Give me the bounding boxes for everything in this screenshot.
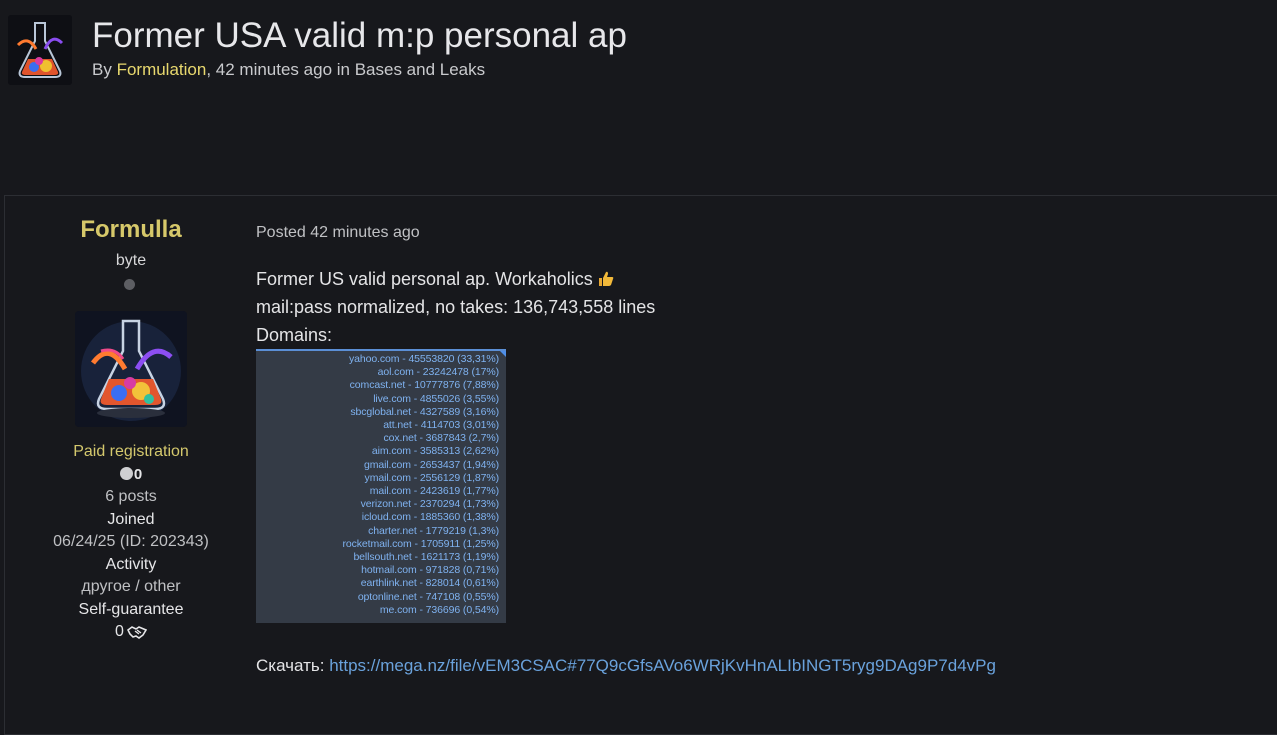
domains-image[interactable]: yahoo.com - 45553820 (33,31%) aol.com - 2… [256, 349, 506, 623]
activity-value: другое / other [81, 578, 181, 595]
domain-row: verizon.net - 2370294 (1,73%) [360, 498, 499, 511]
post-line-1: Former US valid personal ap. Workaholics [256, 269, 615, 293]
post-timestamp[interactable]: Posted 42 minutes ago [256, 224, 420, 242]
topic-meta: By Formulation, 42 minutes ago in Bases … [92, 60, 485, 80]
download-line: Скачать: https://mega.nz/file/vEM3CSAC#7… [256, 656, 996, 676]
post-line-3: Domains: [256, 325, 333, 345]
author-avatar[interactable] [75, 311, 187, 427]
domain-row: me.com - 736696 (0,54%) [379, 603, 499, 616]
author-reputation: 0 [5, 466, 257, 483]
domain-row: aim.com - 3585313 (2,62%) [371, 445, 499, 458]
reputation-dot-icon [119, 467, 133, 480]
meta-time: , 42 minutes ago in [206, 60, 355, 79]
joined-value: 06/24/25 (ID: 202343) [53, 533, 209, 550]
domain-row: cox.net - 3687843 (2,7%) [383, 432, 499, 445]
post-container: Formulla byte Paid registration 0 6 post… [4, 195, 1277, 735]
domain-row: earthlink.net - 828014 (0,61%) [360, 577, 499, 590]
topic-title: Former USA valid m:p personal ap [92, 16, 627, 55]
image-corner-marker [500, 351, 506, 357]
domain-row: ymail.com - 2556129 (1,87%) [364, 471, 500, 484]
domain-row: live.com - 4855026 (3,55%) [373, 392, 499, 405]
domain-row: aol.com - 23242478 (17%) [377, 366, 499, 379]
domain-row: mail.com - 2423619 (1,77%) [369, 485, 499, 497]
post-line-1-text: Former US valid personal ap. Workaholics [256, 269, 593, 289]
domain-row: comcast.net - 10777876 (7,88%) [349, 379, 499, 392]
domain-row: hotmail.com - 971828 (0,71%) [361, 564, 499, 577]
domain-row: charter.net - 1779219 (1,3%) [368, 524, 499, 537]
author-name[interactable]: Formulla [5, 216, 257, 244]
domain-row: icloud.com - 1885360 (1,38%) [361, 511, 499, 524]
download-link[interactable]: https://mega.nz/file/vEM3CSAC#77Q9cGfsAV… [329, 656, 996, 675]
self-guarantee-label: Self-guarantee [78, 601, 184, 618]
domain-row: bellsouth.net - 1621173 (1,19%) [353, 551, 499, 563]
domain-row: gmail.com - 2653437 (1,94%) [363, 458, 499, 471]
handshake-icon [126, 625, 148, 644]
domain-row: yahoo.com - 45553820 (33,31%) [348, 353, 499, 365]
joined-label: Joined [107, 511, 155, 528]
meta-by-label: By [92, 60, 117, 79]
domain-row: att.net - 4114703 (3,01%) [383, 419, 499, 431]
activity-label: Activity [105, 556, 157, 573]
download-label: Скачать: [256, 656, 330, 675]
online-status-dot [124, 279, 135, 290]
author-rank: byte [115, 252, 147, 269]
domain-row: rocketmail.com - 1705911 (1,25%) [342, 537, 499, 550]
author-group: Paid registration [73, 443, 189, 460]
guarantee-count: 0 [115, 623, 124, 640]
domain-row: optonline.net - 747108 (0,55%) [357, 590, 499, 603]
reputation-value: 0 [133, 466, 143, 483]
forum-link[interactable]: Bases and Leaks [355, 60, 485, 79]
domain-row: sbcglobal.net - 4327589 (3,16%) [350, 405, 499, 418]
self-guarantee-value: 0 [5, 623, 257, 644]
author-posts[interactable]: 6 posts [5, 488, 257, 506]
topic-author-avatar[interactable] [8, 15, 72, 85]
post-line-2: mail:pass normalized, no takes: 136,743,… [256, 297, 656, 317]
topic-author-link[interactable]: Formulation [117, 60, 207, 79]
topic-header: Former USA valid m:p personal ap By Form… [0, 0, 1277, 195]
thumbs-up-icon [597, 270, 615, 293]
